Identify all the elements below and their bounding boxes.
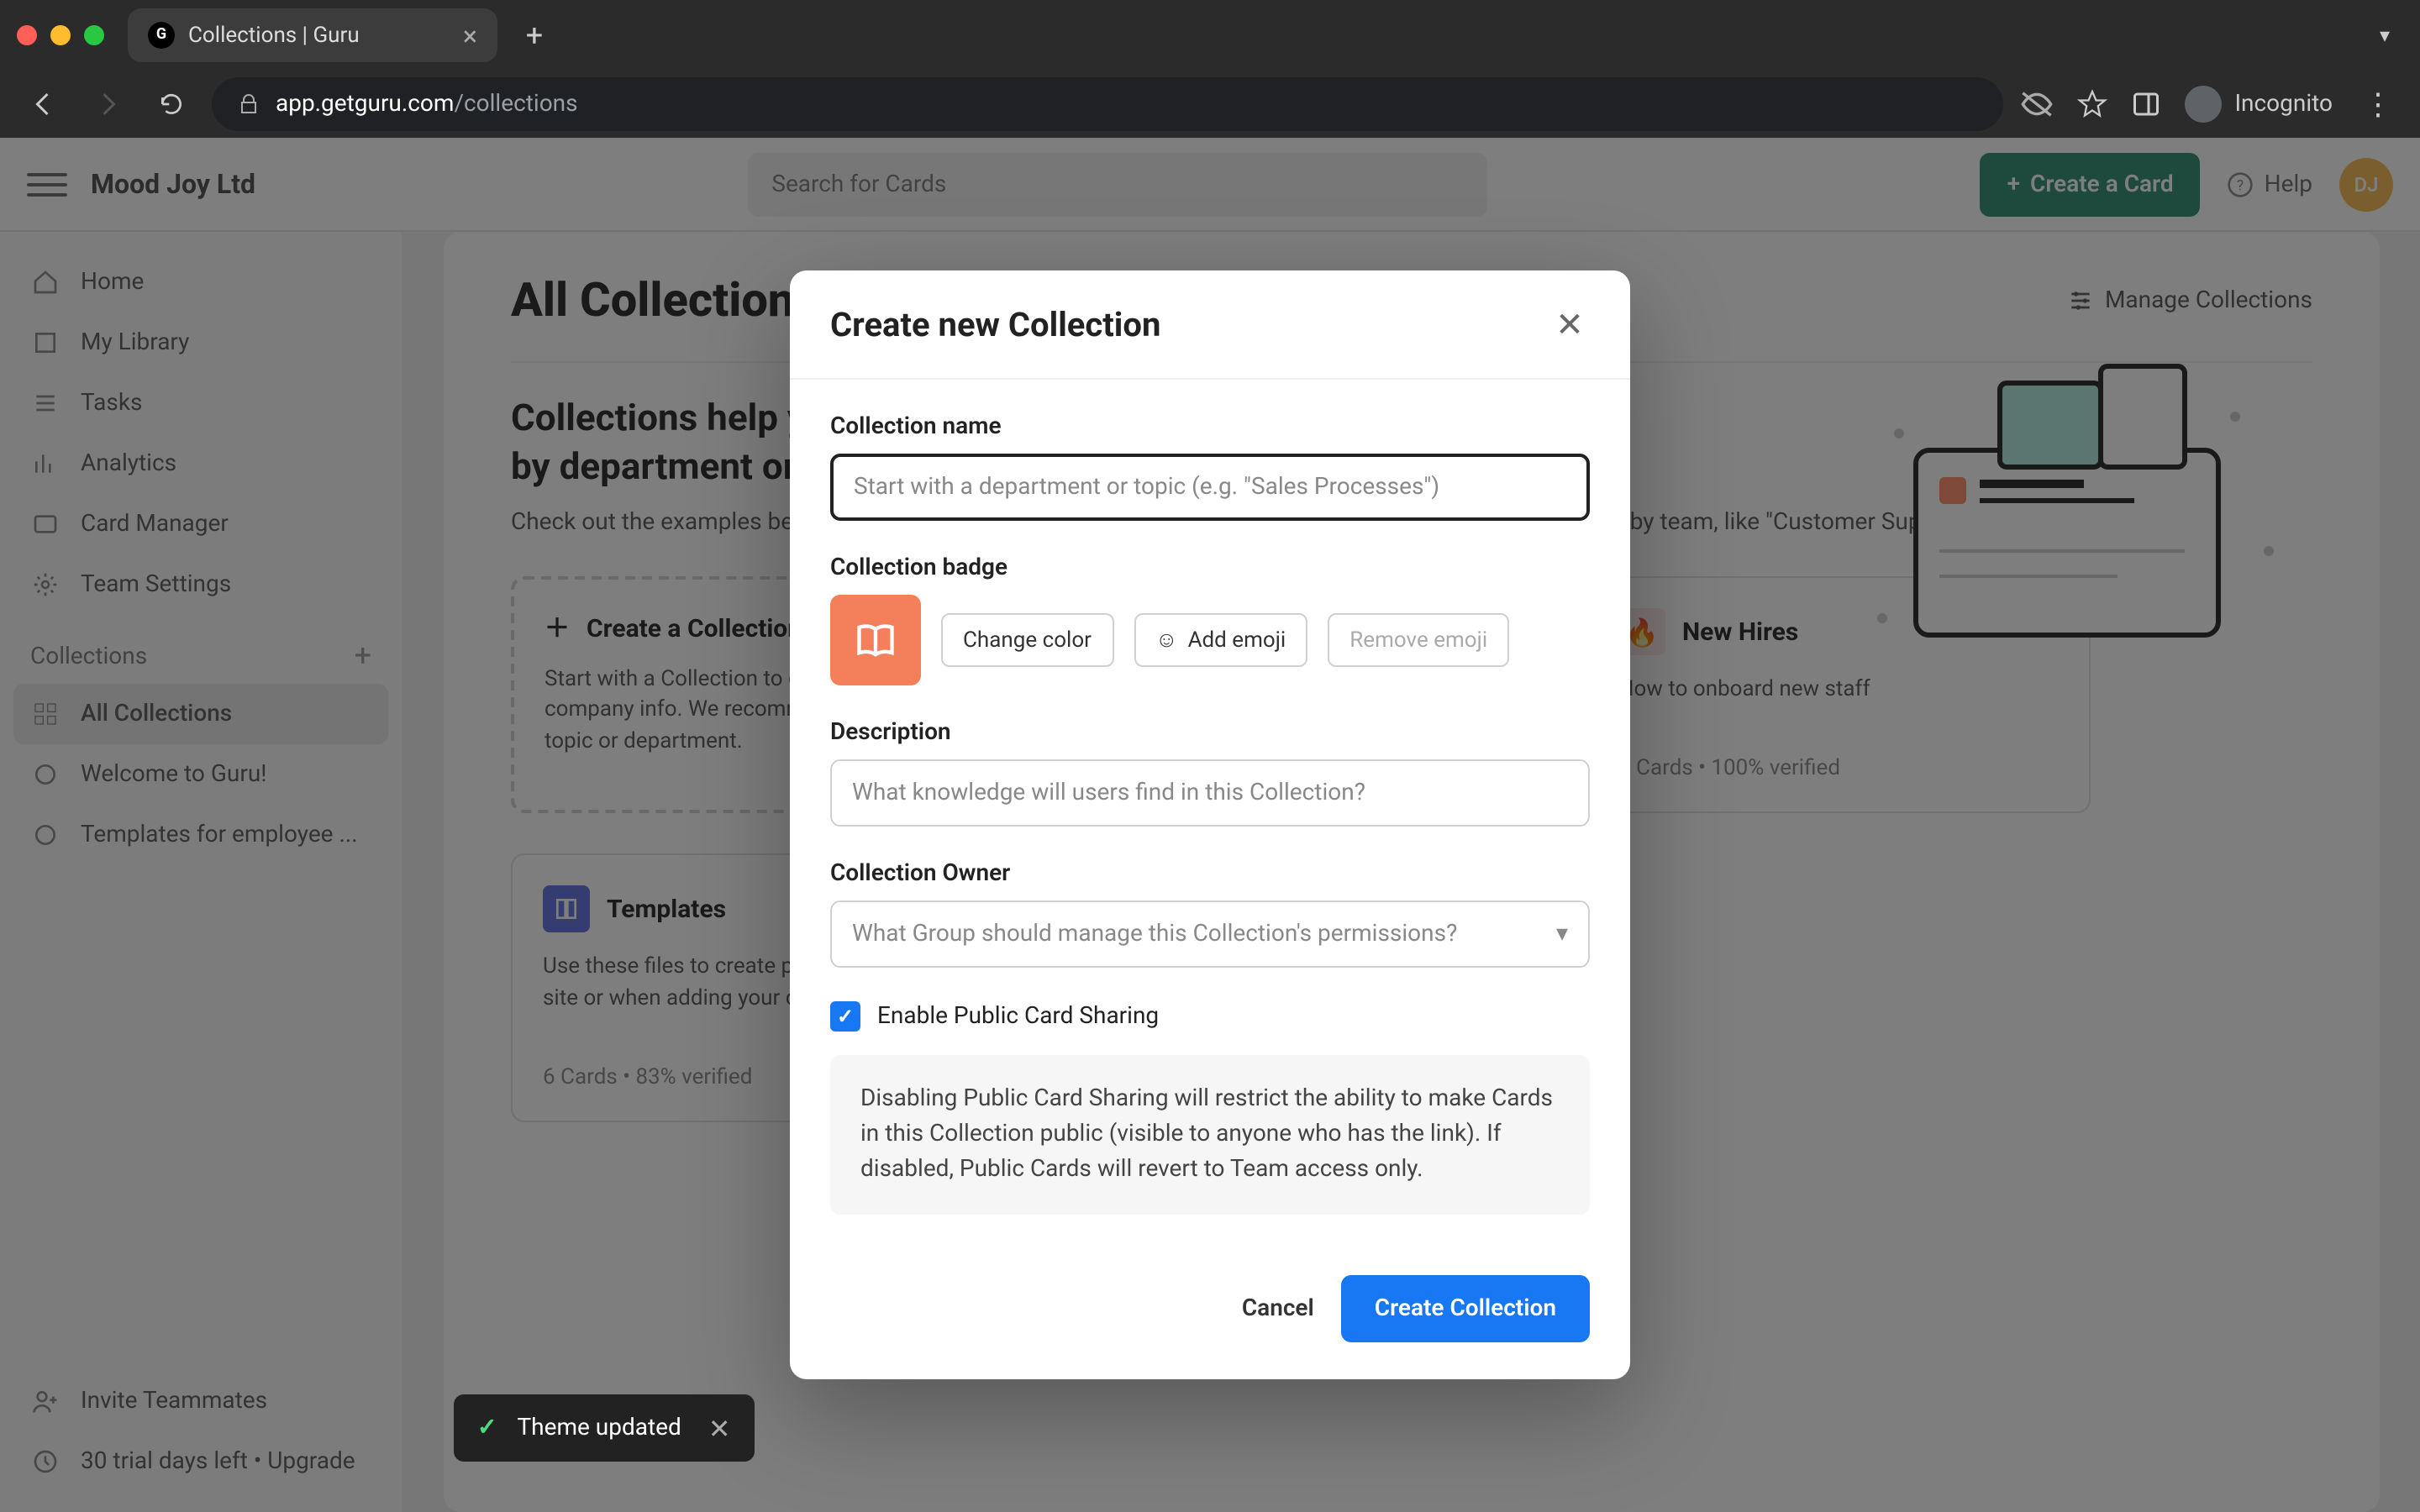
reload-icon: [158, 91, 185, 118]
browser-chrome: G Collections | Guru × + ▾ app.: [0, 0, 2420, 138]
modal-close-button[interactable]: ✕: [1549, 304, 1590, 344]
incognito-label: Incognito: [2234, 91, 2333, 118]
owner-placeholder: What Group should manage this Collection…: [852, 921, 1457, 948]
guru-favicon-icon: G: [148, 22, 175, 49]
arrow-right-icon: [92, 89, 123, 119]
back-button[interactable]: [20, 81, 67, 128]
check-icon: ✓: [477, 1415, 497, 1441]
tab-list-chevron-icon[interactable]: ▾: [2366, 24, 2403, 47]
collection-name-input[interactable]: [830, 454, 1590, 521]
remove-emoji-label: Remove emoji: [1349, 627, 1487, 653]
collection-badge-label: Collection badge: [830, 554, 1590, 581]
cancel-label: Cancel: [1242, 1295, 1314, 1322]
incognito-eye-icon[interactable]: [2019, 87, 2053, 121]
public-sharing-info: Disabling Public Card Sharing will restr…: [830, 1055, 1590, 1215]
change-color-label: Change color: [963, 627, 1092, 653]
create-collection-button[interactable]: Create Collection: [1341, 1275, 1590, 1342]
lock-icon: [239, 94, 259, 114]
window-controls[interactable]: [17, 25, 104, 45]
incognito-badge[interactable]: Incognito: [2184, 86, 2333, 123]
toast: ✓ Theme updated ✕: [454, 1394, 755, 1462]
minimize-window-icon[interactable]: [50, 25, 71, 45]
create-collection-label: Create Collection: [1375, 1295, 1556, 1322]
tab-bar: G Collections | Guru × + ▾: [0, 0, 2420, 71]
panel-icon[interactable]: [2130, 89, 2160, 119]
description-input[interactable]: [830, 759, 1590, 827]
toast-close-button[interactable]: ✕: [708, 1412, 731, 1444]
browser-tab[interactable]: G Collections | Guru ×: [128, 8, 497, 62]
remove-emoji-button[interactable]: Remove emoji: [1328, 613, 1509, 667]
forward-button[interactable]: [84, 81, 131, 128]
owner-label: Collection Owner: [830, 860, 1590, 887]
check-icon: ✓: [837, 1005, 854, 1028]
add-emoji-label: Add emoji: [1188, 627, 1286, 653]
close-icon: ✕: [1555, 304, 1584, 344]
public-sharing-checkbox[interactable]: ✓: [830, 1001, 860, 1032]
maximize-window-icon[interactable]: [84, 25, 104, 45]
cancel-button[interactable]: Cancel: [1242, 1295, 1314, 1322]
close-window-icon[interactable]: [17, 25, 37, 45]
address-bar: app.getguru.com/collections Incognito ⋮: [0, 71, 2420, 138]
public-sharing-label: Enable Public Card Sharing: [877, 1003, 1159, 1030]
tab-close-icon[interactable]: ×: [463, 19, 477, 51]
owner-select[interactable]: What Group should manage this Collection…: [830, 900, 1590, 968]
url-text: app.getguru.com/collections: [276, 91, 578, 118]
book-open-icon: [854, 618, 897, 662]
create-collection-modal: Create new Collection ✕ Collection name …: [790, 270, 1630, 1379]
browser-menu-icon[interactable]: ⋮: [2356, 87, 2400, 122]
new-tab-button[interactable]: +: [511, 12, 558, 59]
toast-message: Theme updated: [517, 1415, 681, 1441]
badge-preview: [830, 595, 921, 685]
reload-button[interactable]: [148, 81, 195, 128]
chevron-down-icon: ▾: [1556, 921, 1568, 948]
tab-title: Collections | Guru: [188, 23, 360, 48]
collection-name-label: Collection name: [830, 413, 1590, 440]
add-emoji-button[interactable]: ☺ Add emoji: [1134, 613, 1307, 667]
description-label: Description: [830, 719, 1590, 746]
change-color-button[interactable]: Change color: [941, 613, 1113, 667]
emoji-icon: ☺: [1155, 627, 1178, 654]
arrow-left-icon: [29, 89, 59, 119]
modal-title: Create new Collection: [830, 304, 1160, 344]
star-icon[interactable]: [2076, 89, 2107, 119]
incognito-icon: [2184, 86, 2221, 123]
url-field[interactable]: app.getguru.com/collections: [212, 77, 2002, 131]
